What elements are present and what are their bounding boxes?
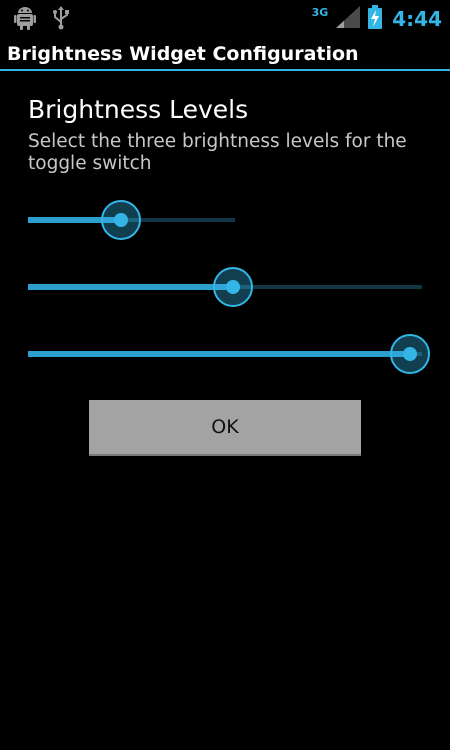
section-heading: Brightness Levels (28, 95, 249, 124)
clock: 4:44 (392, 7, 442, 31)
status-bar: 3G 4:44 (0, 0, 450, 36)
slider-progress (28, 284, 233, 290)
title-bar: Brightness Widget Configuration (0, 36, 450, 70)
battery-charging-icon (368, 5, 383, 33)
brightness-slider-1[interactable] (28, 200, 235, 240)
section-description: Select the three brightness levels for t… (28, 131, 407, 174)
android-debug-icon (14, 6, 36, 34)
brightness-slider-2[interactable] (28, 267, 422, 307)
ok-button[interactable]: OK (89, 400, 361, 456)
notification-icons (14, 6, 70, 34)
title-divider (0, 69, 450, 71)
page-title: Brightness Widget Configuration (7, 43, 359, 65)
signal-icon (336, 6, 361, 32)
slider-progress (28, 351, 410, 357)
brightness-slider-3[interactable] (28, 334, 430, 374)
network-type-label: 3G (311, 5, 329, 19)
usb-icon (52, 6, 70, 34)
